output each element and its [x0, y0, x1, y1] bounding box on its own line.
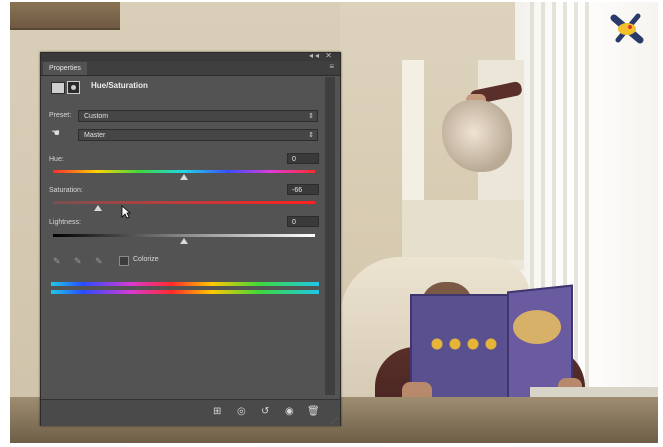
- colorize-label: Colorize: [133, 256, 159, 263]
- eyedropper-minus-icon[interactable]: ✎: [95, 256, 103, 267]
- preset-label: Preset:: [49, 112, 72, 119]
- panel-title-bar[interactable]: ◂◂ ✕: [41, 51, 340, 61]
- panel-bottom-toolbar: ⊞ ◎ ↺ ◉ 🗑 ⋰: [41, 399, 340, 426]
- result-color-bar: [51, 290, 319, 294]
- tab-properties[interactable]: Properties: [43, 62, 87, 75]
- toy-airplane: [610, 13, 644, 44]
- lightness-slider-track[interactable]: [53, 234, 315, 237]
- hue-label: Hue:: [49, 156, 64, 163]
- chevron-updown-icon: ⇕: [308, 113, 314, 120]
- resize-grip-icon[interactable]: ⋰: [331, 417, 338, 425]
- lightness-value-field[interactable]: 0: [287, 216, 319, 227]
- view-previous-icon[interactable]: ◎: [237, 407, 246, 417]
- clip-to-layer-icon[interactable]: ⊞: [213, 407, 221, 417]
- hue-slider-thumb[interactable]: [180, 174, 188, 180]
- preset-value: Custom: [84, 113, 109, 120]
- mouse-pointer-icon: [121, 205, 131, 219]
- saturation-slider-track[interactable]: [53, 201, 315, 204]
- preset-dropdown[interactable]: Custom ⇕: [78, 110, 318, 122]
- hue-value-field[interactable]: 0: [287, 153, 319, 164]
- colorize-checkbox[interactable]: [119, 256, 129, 266]
- mask-icon[interactable]: [67, 81, 80, 94]
- panel-menu-icon[interactable]: ≡: [329, 62, 334, 71]
- panel-window-controls[interactable]: ◂◂ ✕: [309, 51, 334, 60]
- visibility-icon[interactable]: ◉: [285, 407, 294, 417]
- eyedropper-plus-icon[interactable]: ✎: [74, 256, 82, 267]
- channel-value: Master: [84, 132, 106, 139]
- eyedropper-icon[interactable]: ✎: [53, 256, 61, 267]
- chevron-updown-icon: ⇕: [308, 132, 314, 139]
- hue-saturation-icon[interactable]: [51, 82, 65, 94]
- reset-icon[interactable]: ↺: [261, 407, 269, 417]
- channel-dropdown[interactable]: Master ⇕: [78, 129, 318, 141]
- saturation-slider-thumb[interactable]: [93, 205, 102, 211]
- adjustment-header: Hue/Saturation: [41, 75, 340, 99]
- saturation-value-field[interactable]: -66: [287, 184, 319, 195]
- lightness-label: Lightness:: [49, 219, 81, 226]
- delete-icon[interactable]: 🗑: [307, 407, 320, 417]
- panel-tab-row: Properties ≡: [41, 61, 340, 76]
- lightness-slider-thumb[interactable]: [180, 238, 188, 244]
- plush-toy: [442, 100, 512, 172]
- picture-frame: [10, 2, 120, 30]
- source-color-bar: [51, 282, 319, 286]
- hand-icon[interactable]: ☚: [51, 128, 60, 139]
- panel-scrollbar[interactable]: [325, 77, 335, 395]
- adjustment-title: Hue/Saturation: [91, 81, 148, 90]
- hue-slider-track[interactable]: [53, 170, 315, 173]
- properties-panel: ◂◂ ✕ Properties ≡ Hue/Saturation Preset:…: [40, 51, 341, 426]
- saturation-label: Saturation:: [49, 187, 83, 194]
